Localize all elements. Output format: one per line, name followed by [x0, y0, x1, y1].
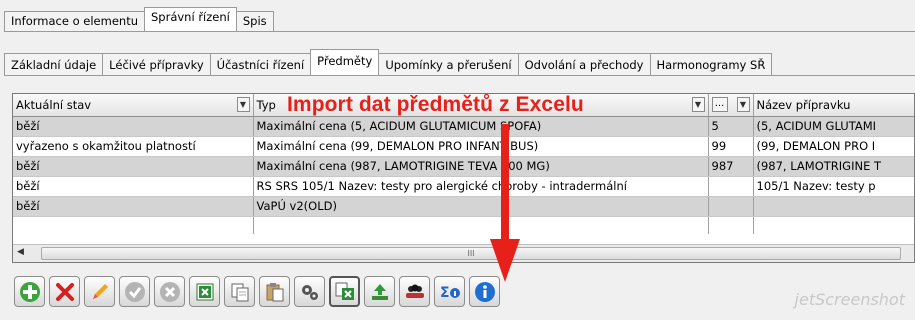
table-row[interactable]: běží Maximální cena (987, LAMOTRIGINE TE…	[13, 156, 914, 177]
cell-stav: běží	[13, 156, 254, 177]
pencil-icon	[92, 283, 108, 299]
filter-dropdown-icon[interactable]: ▼	[736, 97, 750, 113]
annotation-label: Import dat předmětů z Excelu	[287, 93, 584, 116]
cell-nazev: 105/1 Nazev: testy p	[753, 176, 914, 197]
sub-tab-divider	[4, 75, 915, 76]
cell-nazev	[753, 196, 914, 217]
cell-nazev: (987, LAMOTRIGINE T	[753, 156, 914, 177]
cancel-icon	[159, 281, 180, 302]
cell-nazev: (5, ACIDUM GLUTAMI	[753, 116, 914, 137]
filter-dropdown-icon[interactable]: ▼	[691, 97, 705, 113]
annotation-arrow-icon	[490, 124, 520, 282]
cell-kod	[708, 176, 754, 197]
table-row[interactable]: běží VaPÚ v2(OLD)	[13, 196, 914, 217]
column-header-label: Název přípravku	[756, 97, 851, 112]
group-button[interactable]	[399, 276, 430, 307]
tab-harmonogramy[interactable]: Harmonogramy SŘ	[649, 53, 773, 75]
sigma-icon: Σ	[440, 285, 460, 301]
column-chooser-button[interactable]: ...	[711, 97, 728, 113]
cell-typ: Maximální cena (5, ACIDUM GLUTAMICUM SPO…	[253, 116, 709, 137]
cell-stav: běží	[13, 116, 254, 137]
sub-tab-strip: Základní údaje Léčivé přípravky Účastníc…	[4, 49, 773, 75]
cell-stav: běží	[13, 196, 254, 217]
tab-informace-o-elementu[interactable]: Informace o elementu	[4, 11, 145, 31]
scroll-left-icon[interactable]: ◀	[17, 247, 29, 260]
tab-zakladni-udaje[interactable]: Základní údaje	[4, 53, 104, 75]
column-header-nazev[interactable]: Název přípravku	[753, 94, 914, 117]
tab-ucastnici-rizeni[interactable]: Účastníci řízení	[209, 53, 312, 75]
add-button[interactable]	[14, 276, 45, 307]
tab-lecive-pripravky[interactable]: Léčivé přípravky	[102, 53, 211, 75]
cell-kod: 99	[708, 136, 754, 157]
plus-icon	[19, 281, 40, 302]
upload-button[interactable]	[364, 276, 395, 307]
cell-kod	[708, 196, 754, 217]
table-row[interactable]: běží Maximální cena (5, ACIDUM GLUTAMICU…	[13, 116, 914, 137]
tab-upominky-a-preruseni[interactable]: Upomínky a přerušení	[378, 53, 519, 75]
people-icon	[405, 284, 424, 298]
column-header-label: Typ	[256, 97, 276, 112]
info-icon	[474, 281, 495, 302]
excel-import-button[interactable]	[329, 276, 360, 307]
cell-typ: Maximální cena (99, DEMALON PRO INFANTIB…	[253, 136, 709, 157]
gears-icon	[301, 284, 318, 300]
cell-kod: 5	[708, 116, 754, 137]
main-tab-strip: Informace o elementu Správní řízení Spis	[4, 7, 274, 31]
tab-predmety[interactable]: Předměty	[310, 49, 380, 75]
watermark-logo: jetScreenshot	[794, 290, 905, 309]
tab-odvolani-a-prechody[interactable]: Odvolání a přechody	[517, 53, 651, 75]
upload-icon	[371, 283, 388, 300]
table-row[interactable]: běží RS SRS 105/1 Nazev: testy pro alerg…	[13, 176, 914, 197]
copy-button[interactable]	[224, 276, 255, 307]
cell-kod: 987	[708, 156, 754, 177]
cell-stav: běží	[13, 176, 254, 197]
subjects-grid: Aktuální stav ▼ Typ ▼ ... ▼ Název přípravku…	[12, 93, 915, 263]
cancel-button[interactable]	[154, 276, 185, 307]
cross-icon	[55, 282, 74, 301]
column-header-kod[interactable]: ... ▼	[708, 94, 754, 117]
table-row[interactable]: vyřazeno s okamžitou platností Maximální…	[13, 136, 914, 157]
filter-dropdown-icon[interactable]: ▼	[236, 97, 250, 113]
scroll-grip: III	[467, 249, 475, 258]
cell-typ: Maximální cena (987, LAMOTRIGINE TEVA 10…	[253, 156, 709, 177]
svg-text:Σ: Σ	[440, 285, 450, 301]
tab-spravni-rizeni[interactable]: Správní řízení	[144, 7, 237, 31]
paste-icon	[266, 282, 283, 301]
confirm-button[interactable]	[119, 276, 150, 307]
cell-typ: RS SRS 105/1 Nazev: testy pro alergické …	[253, 176, 709, 197]
excel-import-icon	[335, 282, 354, 300]
edit-button[interactable]	[84, 276, 115, 307]
info-button[interactable]	[469, 276, 500, 307]
copy-icon	[231, 283, 248, 301]
paste-button[interactable]	[259, 276, 290, 307]
delete-button[interactable]	[49, 276, 80, 307]
empty-row	[13, 216, 914, 234]
excel-export-button[interactable]	[189, 276, 220, 307]
cell-typ: VaPÚ v2(OLD)	[253, 196, 709, 217]
sum-info-button[interactable]: Σ	[434, 276, 465, 307]
grid-toolbar: Σ	[14, 276, 504, 307]
tab-strip-divider	[4, 31, 915, 32]
column-header-label: Aktuální stav	[16, 97, 92, 112]
cell-stav: vyřazeno s okamžitou platností	[13, 136, 254, 157]
settings-button[interactable]	[294, 276, 325, 307]
scrollbar-thumb[interactable]: III	[41, 247, 901, 260]
check-icon	[124, 281, 145, 302]
excel-icon	[196, 283, 213, 300]
tab-spis[interactable]: Spis	[235, 11, 274, 31]
cell-nazev: (99, DEMALON PRO I	[753, 136, 914, 157]
horizontal-scrollbar[interactable]: ◀ III	[13, 244, 914, 262]
column-header-stav[interactable]: Aktuální stav ▼	[13, 94, 254, 117]
